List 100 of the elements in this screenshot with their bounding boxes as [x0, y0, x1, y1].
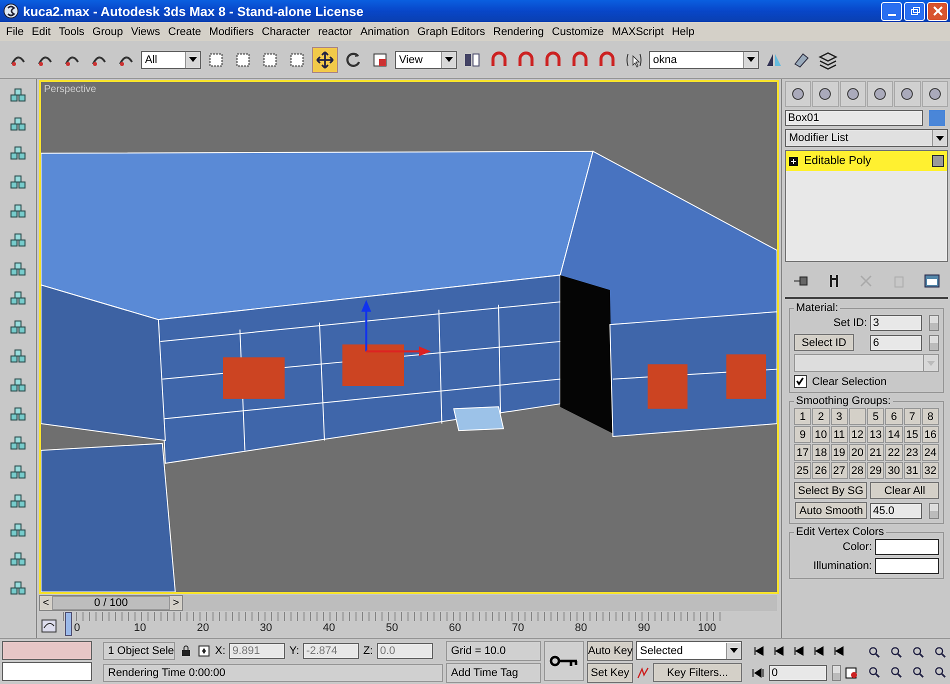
- y-label: Y:: [289, 645, 300, 657]
- move-gizmo-icon[interactable]: [361, 300, 431, 356]
- illumination-swatch[interactable]: [875, 558, 939, 574]
- spinner-icon[interactable]: [929, 315, 939, 331]
- set-key-icon[interactable]: [544, 641, 584, 681]
- set-id-field[interactable]: 3: [870, 315, 922, 331]
- set-key-button[interactable]: Set Key: [587, 663, 633, 683]
- auto-key-button[interactable]: Auto Key: [587, 641, 633, 661]
- auto-smooth-field[interactable]: 45.0: [870, 502, 922, 518]
- restore-button[interactable]: [904, 2, 925, 20]
- x-coordinate-field[interactable]: 9.891: [229, 643, 286, 659]
- move-icon[interactable]: [312, 46, 338, 72]
- grid-size: Grid = 10.0: [446, 641, 541, 661]
- spinner-icon[interactable]: [929, 334, 939, 350]
- current-frame-field[interactable]: 0: [768, 665, 827, 681]
- smoothing-group-button[interactable]: 1: [794, 408, 812, 425]
- smoothing-group-button[interactable]: 23: [904, 444, 921, 461]
- z-coordinate-field[interactable]: 0.0: [376, 643, 433, 659]
- close-icon: [932, 6, 942, 16]
- menu-item[interactable]: Create: [164, 26, 206, 38]
- menu-item[interactable]: Rendering: [489, 26, 548, 38]
- smoothing-group-button[interactable]: 18: [812, 444, 830, 461]
- smoothing-group-button[interactable]: 20: [848, 444, 866, 461]
- dropdown-arrow-icon: [445, 57, 453, 62]
- smoothing-group-button[interactable]: 9: [794, 426, 812, 443]
- smoothing-group-button[interactable]: 2: [812, 408, 830, 425]
- smoothing-group-button[interactable]: 16: [922, 426, 939, 443]
- lock-icon[interactable]: [179, 644, 193, 658]
- menu-item[interactable]: Animation: [356, 26, 414, 38]
- clear-all-button[interactable]: Clear All: [870, 482, 939, 499]
- smoothing-group-button[interactable]: 14: [885, 426, 902, 443]
- previous-frame-arrow[interactable]: <: [40, 596, 52, 608]
- smoothing-group-button[interactable]: 19: [830, 444, 848, 461]
- checkbox-label: Clear Selection: [812, 376, 887, 388]
- select-id-field[interactable]: 6: [870, 334, 922, 350]
- smoothing-group-button[interactable]: 30: [885, 462, 902, 479]
- smoothing-group-button[interactable]: 24: [922, 444, 939, 461]
- auto-smooth-button[interactable]: Auto Smooth: [795, 502, 867, 519]
- menu-item[interactable]: File: [2, 26, 28, 38]
- menu-item[interactable]: Customize: [548, 26, 608, 38]
- y-coordinate-field[interactable]: -2.874: [303, 643, 360, 659]
- reference-coordinate-dropdown[interactable]: View: [395, 50, 457, 68]
- smoothing-group-button[interactable]: 22: [885, 444, 902, 461]
- named-selection-dropdown[interactable]: okna: [649, 50, 759, 68]
- key-mode-dropdown[interactable]: Selected: [636, 641, 742, 660]
- menu-item[interactable]: Graph Editors: [413, 26, 490, 38]
- tangent-curve-icon[interactable]: [636, 666, 650, 680]
- menu-item[interactable]: Views: [126, 26, 164, 38]
- x-label: X:: [215, 645, 226, 657]
- smoothing-group-button[interactable]: 10: [812, 426, 830, 443]
- maxscript-output-field[interactable]: [2, 662, 92, 681]
- dropdown-arrow-icon: [189, 57, 197, 62]
- object-color-swatch[interactable]: [929, 110, 945, 126]
- object-name-field[interactable]: Box01: [785, 110, 923, 126]
- select-by-sg-button[interactable]: Select By SG: [794, 482, 868, 499]
- next-frame-arrow[interactable]: >: [170, 596, 182, 608]
- menu-item[interactable]: Modifiers: [205, 26, 258, 38]
- smoothing-group-button[interactable]: 3: [830, 408, 848, 425]
- smoothing-group-button[interactable]: 7: [904, 408, 921, 425]
- smoothing-group-button[interactable]: 25: [794, 462, 812, 479]
- minimize-button[interactable]: [881, 2, 902, 20]
- spinner-icon[interactable]: [929, 502, 939, 518]
- transform-mode-icon[interactable]: [197, 644, 211, 658]
- close-button[interactable]: [927, 2, 948, 20]
- maxscript-listener-field[interactable]: [2, 641, 92, 660]
- menu-item[interactable]: Tools: [54, 26, 88, 38]
- smoothing-group-button[interactable]: 12: [848, 426, 866, 443]
- modifier-stack-item[interactable]: Editable Poly: [786, 151, 947, 171]
- color-swatch[interactable]: [875, 539, 939, 555]
- smoothing-group-button[interactable]: 17: [794, 444, 812, 461]
- smoothing-group-button[interactable]: 6: [885, 408, 902, 425]
- smoothing-group-button[interactable]: 32: [922, 462, 939, 479]
- smoothing-group-button[interactable]: 28: [848, 462, 866, 479]
- smoothing-group-button[interactable]: 31: [904, 462, 921, 479]
- track-bar[interactable]: 0 10 20 30 40 50 60 70 80 90 100: [63, 612, 723, 638]
- smoothing-group-button[interactable]: 29: [867, 462, 884, 479]
- smoothing-group-button[interactable]: 8: [922, 408, 939, 425]
- menu-item[interactable]: Edit: [28, 26, 55, 38]
- timeline-bar[interactable]: < 0 / 100 >: [39, 594, 777, 610]
- modifier-list-dropdown[interactable]: Modifier List: [785, 129, 948, 147]
- menu-item[interactable]: MAXScript: [608, 26, 668, 38]
- menu-item[interactable]: Group: [88, 26, 127, 38]
- menu-item[interactable]: Character: [258, 26, 314, 38]
- smoothing-group-button[interactable]: 15: [904, 426, 921, 443]
- checkbox[interactable]: [794, 375, 807, 388]
- smoothing-group-button[interactable]: 21: [867, 444, 884, 461]
- smoothing-group-button[interactable]: 27: [830, 462, 848, 479]
- smoothing-group-button[interactable]: 26: [812, 462, 830, 479]
- smoothing-group-button[interactable]: 13: [867, 426, 884, 443]
- smoothing-group-button[interactable]: 11: [830, 426, 848, 443]
- key-filters-button[interactable]: Key Filters...: [653, 663, 742, 682]
- smoothing-group-button[interactable]: 5: [867, 408, 884, 425]
- menu-item[interactable]: reactor: [314, 26, 356, 38]
- selection-filter-dropdown[interactable]: All: [141, 50, 201, 68]
- add-time-tag-button[interactable]: Add Time Tag: [446, 663, 541, 683]
- select-id-button[interactable]: Select ID: [794, 334, 854, 351]
- dropdown-arrow-icon: [936, 136, 944, 140]
- frame-counter[interactable]: < 0 / 100 >: [39, 594, 183, 610]
- menu-item[interactable]: Help: [668, 26, 698, 38]
- frame-indicator[interactable]: [65, 612, 72, 636]
